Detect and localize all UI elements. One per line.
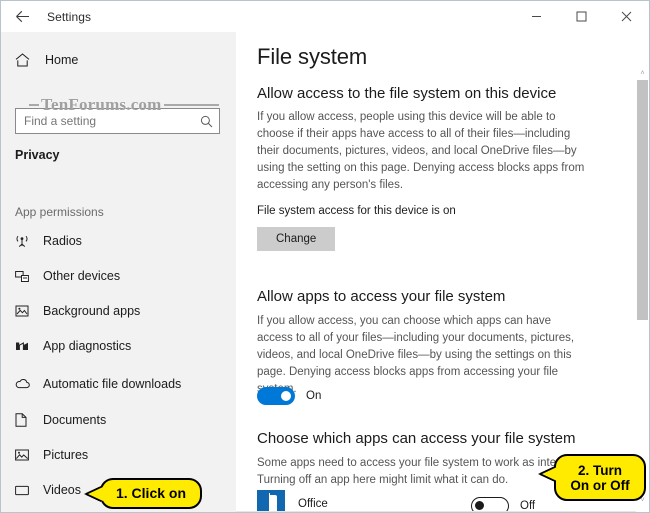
callout-turn-on-or-off: 2. Turn On or Off [542, 454, 646, 501]
sidebar-item-documents[interactable]: Documents [1, 407, 236, 433]
maximize-button[interactable] [559, 1, 604, 32]
pictures-icon [15, 449, 35, 461]
callout-text-line2: On or Off [570, 477, 630, 493]
sidebar-item-other-devices[interactable]: Other devices [1, 263, 236, 289]
change-button[interactable]: Change [257, 227, 336, 251]
apps-access-toggle-label: On [306, 390, 322, 402]
sidebar-item-label: Videos [43, 483, 81, 497]
app-name-label: Office [298, 498, 328, 510]
section-heading-choose-apps: Choose which apps can access your file s… [257, 430, 576, 447]
office-app-icon [257, 490, 285, 512]
title-bar: Settings [1, 1, 649, 32]
page-title: File system [257, 44, 368, 69]
sidebar-item-radios[interactable]: Radios [1, 228, 236, 254]
sidebar-home-label: Home [45, 53, 79, 67]
main-content: File system Allow access to the file sys… [236, 32, 649, 512]
section-body-device-access: If you allow access, people using this d… [257, 111, 585, 191]
sidebar-group-app-permissions: App permissions [15, 205, 104, 219]
sidebar-item-label: Documents [43, 413, 107, 427]
window-controls [514, 1, 649, 32]
other-devices-icon [15, 269, 35, 283]
section-heading-apps-access: Allow apps to access your file system [257, 288, 506, 305]
sidebar-item-background-apps[interactable]: Background apps [1, 298, 236, 324]
sidebar-item-label: App diagnostics [43, 339, 132, 353]
search-container[interactable] [15, 108, 220, 134]
content-bottom-divider [236, 511, 649, 512]
scroll-up-arrow-icon[interactable]: ˄ [636, 66, 649, 80]
window-title: Settings [47, 9, 92, 24]
settings-window: Settings Home Find a setting TenForums.c… [0, 0, 650, 513]
close-button[interactable] [604, 1, 649, 32]
device-access-status: File system access for this device is on [257, 205, 456, 217]
back-arrow-icon[interactable] [1, 1, 43, 32]
content-scrollbar[interactable]: ˄ ˅ [636, 32, 649, 512]
section-body-apps-access: If you allow access, you can choose whic… [257, 315, 575, 395]
sidebar-item-home[interactable]: Home [1, 46, 236, 74]
sidebar-category-privacy: Privacy [15, 148, 60, 162]
apps-access-toggle-row[interactable]: On [257, 387, 321, 405]
sidebar-item-pictures[interactable]: Pictures [1, 442, 236, 468]
search-input[interactable] [24, 114, 200, 128]
scrollbar-thumb[interactable] [637, 80, 648, 320]
search-icon[interactable] [200, 115, 213, 128]
sidebar-item-label: Other devices [43, 269, 121, 283]
sidebar-item-app-diagnostics[interactable]: App diagnostics [1, 333, 236, 359]
document-icon [15, 413, 35, 427]
app-list-item-office[interactable]: Office [257, 490, 328, 512]
minimize-button[interactable] [514, 1, 559, 32]
sidebar-item-label: Radios [43, 234, 82, 248]
section-heading-device-access: Allow access to the file system on this … [257, 85, 557, 102]
videos-icon [15, 485, 35, 496]
section-body-choose-apps: Some apps need to access your file syste… [257, 457, 585, 486]
callout-text: 1. Click on [115, 485, 187, 501]
radios-icon [15, 234, 35, 248]
sidebar: Home TenForums.com Priv [1, 32, 236, 512]
callout-click-on: 1. Click on [88, 478, 202, 509]
cloud-download-icon [15, 378, 35, 390]
sidebar-item-label: Automatic file downloads [43, 377, 182, 391]
callout-text-line1: 2. Turn [577, 462, 622, 478]
sidebar-item-label: Background apps [43, 304, 141, 318]
background-apps-icon [15, 304, 35, 318]
app-diagnostics-icon [15, 339, 35, 353]
apps-access-toggle[interactable] [257, 387, 295, 405]
sidebar-item-label: Pictures [43, 448, 89, 462]
sidebar-item-automatic-file-downloads[interactable]: Automatic file downloads [1, 371, 236, 397]
home-icon [15, 53, 37, 67]
